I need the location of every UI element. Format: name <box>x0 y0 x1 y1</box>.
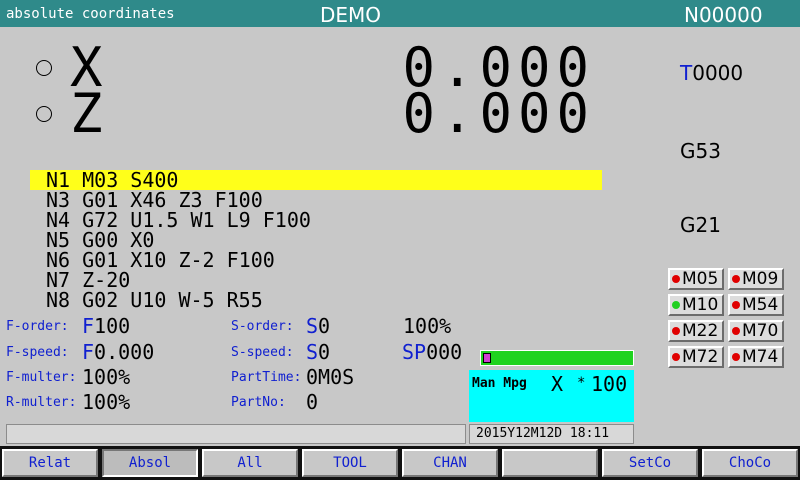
display-mode-title: absolute coordinates <box>6 6 175 22</box>
f-multer-value: 100% <box>82 365 131 389</box>
mpg-mode: Man Mpg <box>472 376 527 391</box>
s-speed-value: S0 <box>306 340 331 364</box>
s-order-value: S0 <box>306 314 331 338</box>
message-bar <box>6 424 466 444</box>
axis-value-z: 0.000 <box>402 82 595 145</box>
f-order-label: F-order: <box>6 319 69 334</box>
axis-name-z: Z <box>70 82 103 145</box>
status-led-icon <box>672 301 680 309</box>
m-code-m74[interactable]: M74 <box>728 346 784 368</box>
f-speed-label: F-speed: <box>6 345 69 360</box>
m-code-m72[interactable]: M72 <box>668 346 724 368</box>
coord-system: G53 <box>680 139 721 163</box>
f-multer-label: F-multer: <box>6 370 77 385</box>
m-code-m09[interactable]: M09 <box>728 268 784 290</box>
status-led-icon <box>732 275 740 283</box>
status-led-icon <box>672 327 680 335</box>
handwheel-panel: Man Mpg X * 100 <box>469 370 634 422</box>
r-multer-label: R-multer: <box>6 395 77 410</box>
program-line[interactable]: N5 G00 X0 <box>30 230 602 250</box>
mpg-axis: X <box>551 372 564 396</box>
status-led-icon <box>732 301 740 309</box>
axis-row-z: Z 0.000 <box>0 84 660 144</box>
softkey-tool[interactable]: TOOL <box>302 449 398 477</box>
program-line[interactable]: N3 G01 X46 Z3 F100 <box>30 190 602 210</box>
part-no-label: PartNo: <box>231 395 286 410</box>
mpg-times: * <box>577 375 586 391</box>
progress-handle <box>483 353 491 363</box>
softkey-relat[interactable]: Relat <box>2 449 98 477</box>
status-led-icon <box>672 275 680 283</box>
spindle-position: SP000 <box>402 340 463 364</box>
s-order-percent: 100% <box>403 314 452 338</box>
m-code-m22[interactable]: M22 <box>668 320 724 342</box>
program-line[interactable]: N7 Z-20 <box>30 270 602 290</box>
program-line[interactable]: N4 G72 U1.5 W1 L9 F100 <box>30 210 602 230</box>
softkey-all[interactable]: All <box>202 449 298 477</box>
unit-mode: G21 <box>680 213 721 237</box>
softkey-blank[interactable] <box>502 449 598 477</box>
f-order-value: F100 <box>82 314 131 338</box>
spindle-progress-bar <box>480 350 634 366</box>
tool-number: T0000 <box>680 61 744 85</box>
program-line[interactable]: N6 G01 X10 Z-2 F100 <box>30 250 602 270</box>
title-bar: absolute coordinates DEMO N00000 <box>0 0 800 27</box>
part-no-value: 0 <box>306 390 319 414</box>
sequence-number: N00000 <box>684 3 763 27</box>
s-order-label: S-order: <box>231 319 294 334</box>
m-code-m05[interactable]: M05 <box>668 268 724 290</box>
f-speed-value: F0.000 <box>82 340 155 364</box>
status-led-icon <box>732 353 740 361</box>
softkey-chan[interactable]: CHAN <box>402 449 498 477</box>
m-code-m10[interactable]: M10 <box>668 294 724 316</box>
part-time-label: PartTime: <box>231 370 302 385</box>
program-listing: N1 M03 S400 N3 G01 X46 Z3 F100 N4 G72 U1… <box>30 170 602 310</box>
m-code-m54[interactable]: M54 <box>728 294 784 316</box>
s-speed-label: S-speed: <box>231 345 294 360</box>
mpg-multiplier: 100 <box>591 372 628 396</box>
program-name: DEMO <box>320 3 382 27</box>
m-code-m70[interactable]: M70 <box>728 320 784 342</box>
status-led-icon <box>672 353 680 361</box>
softkey-choco[interactable]: ChoCo <box>702 449 798 477</box>
program-line-current[interactable]: N1 M03 S400 <box>30 170 602 190</box>
part-time-value: 0M0S <box>306 365 355 389</box>
softkey-bar: Relat Absol All TOOL CHAN SetCo ChoCo <box>0 446 800 480</box>
softkey-setco[interactable]: SetCo <box>602 449 698 477</box>
status-led-icon <box>732 327 740 335</box>
date-time: 2015Y12M12D 18:11 <box>469 424 634 444</box>
softkey-absol[interactable]: Absol <box>102 449 198 477</box>
program-line[interactable]: N8 G02 U10 W-5 R55 <box>30 290 602 310</box>
r-multer-value: 100% <box>82 390 131 414</box>
axis-indicator-icon <box>36 106 52 122</box>
axis-indicator-icon <box>36 60 52 76</box>
